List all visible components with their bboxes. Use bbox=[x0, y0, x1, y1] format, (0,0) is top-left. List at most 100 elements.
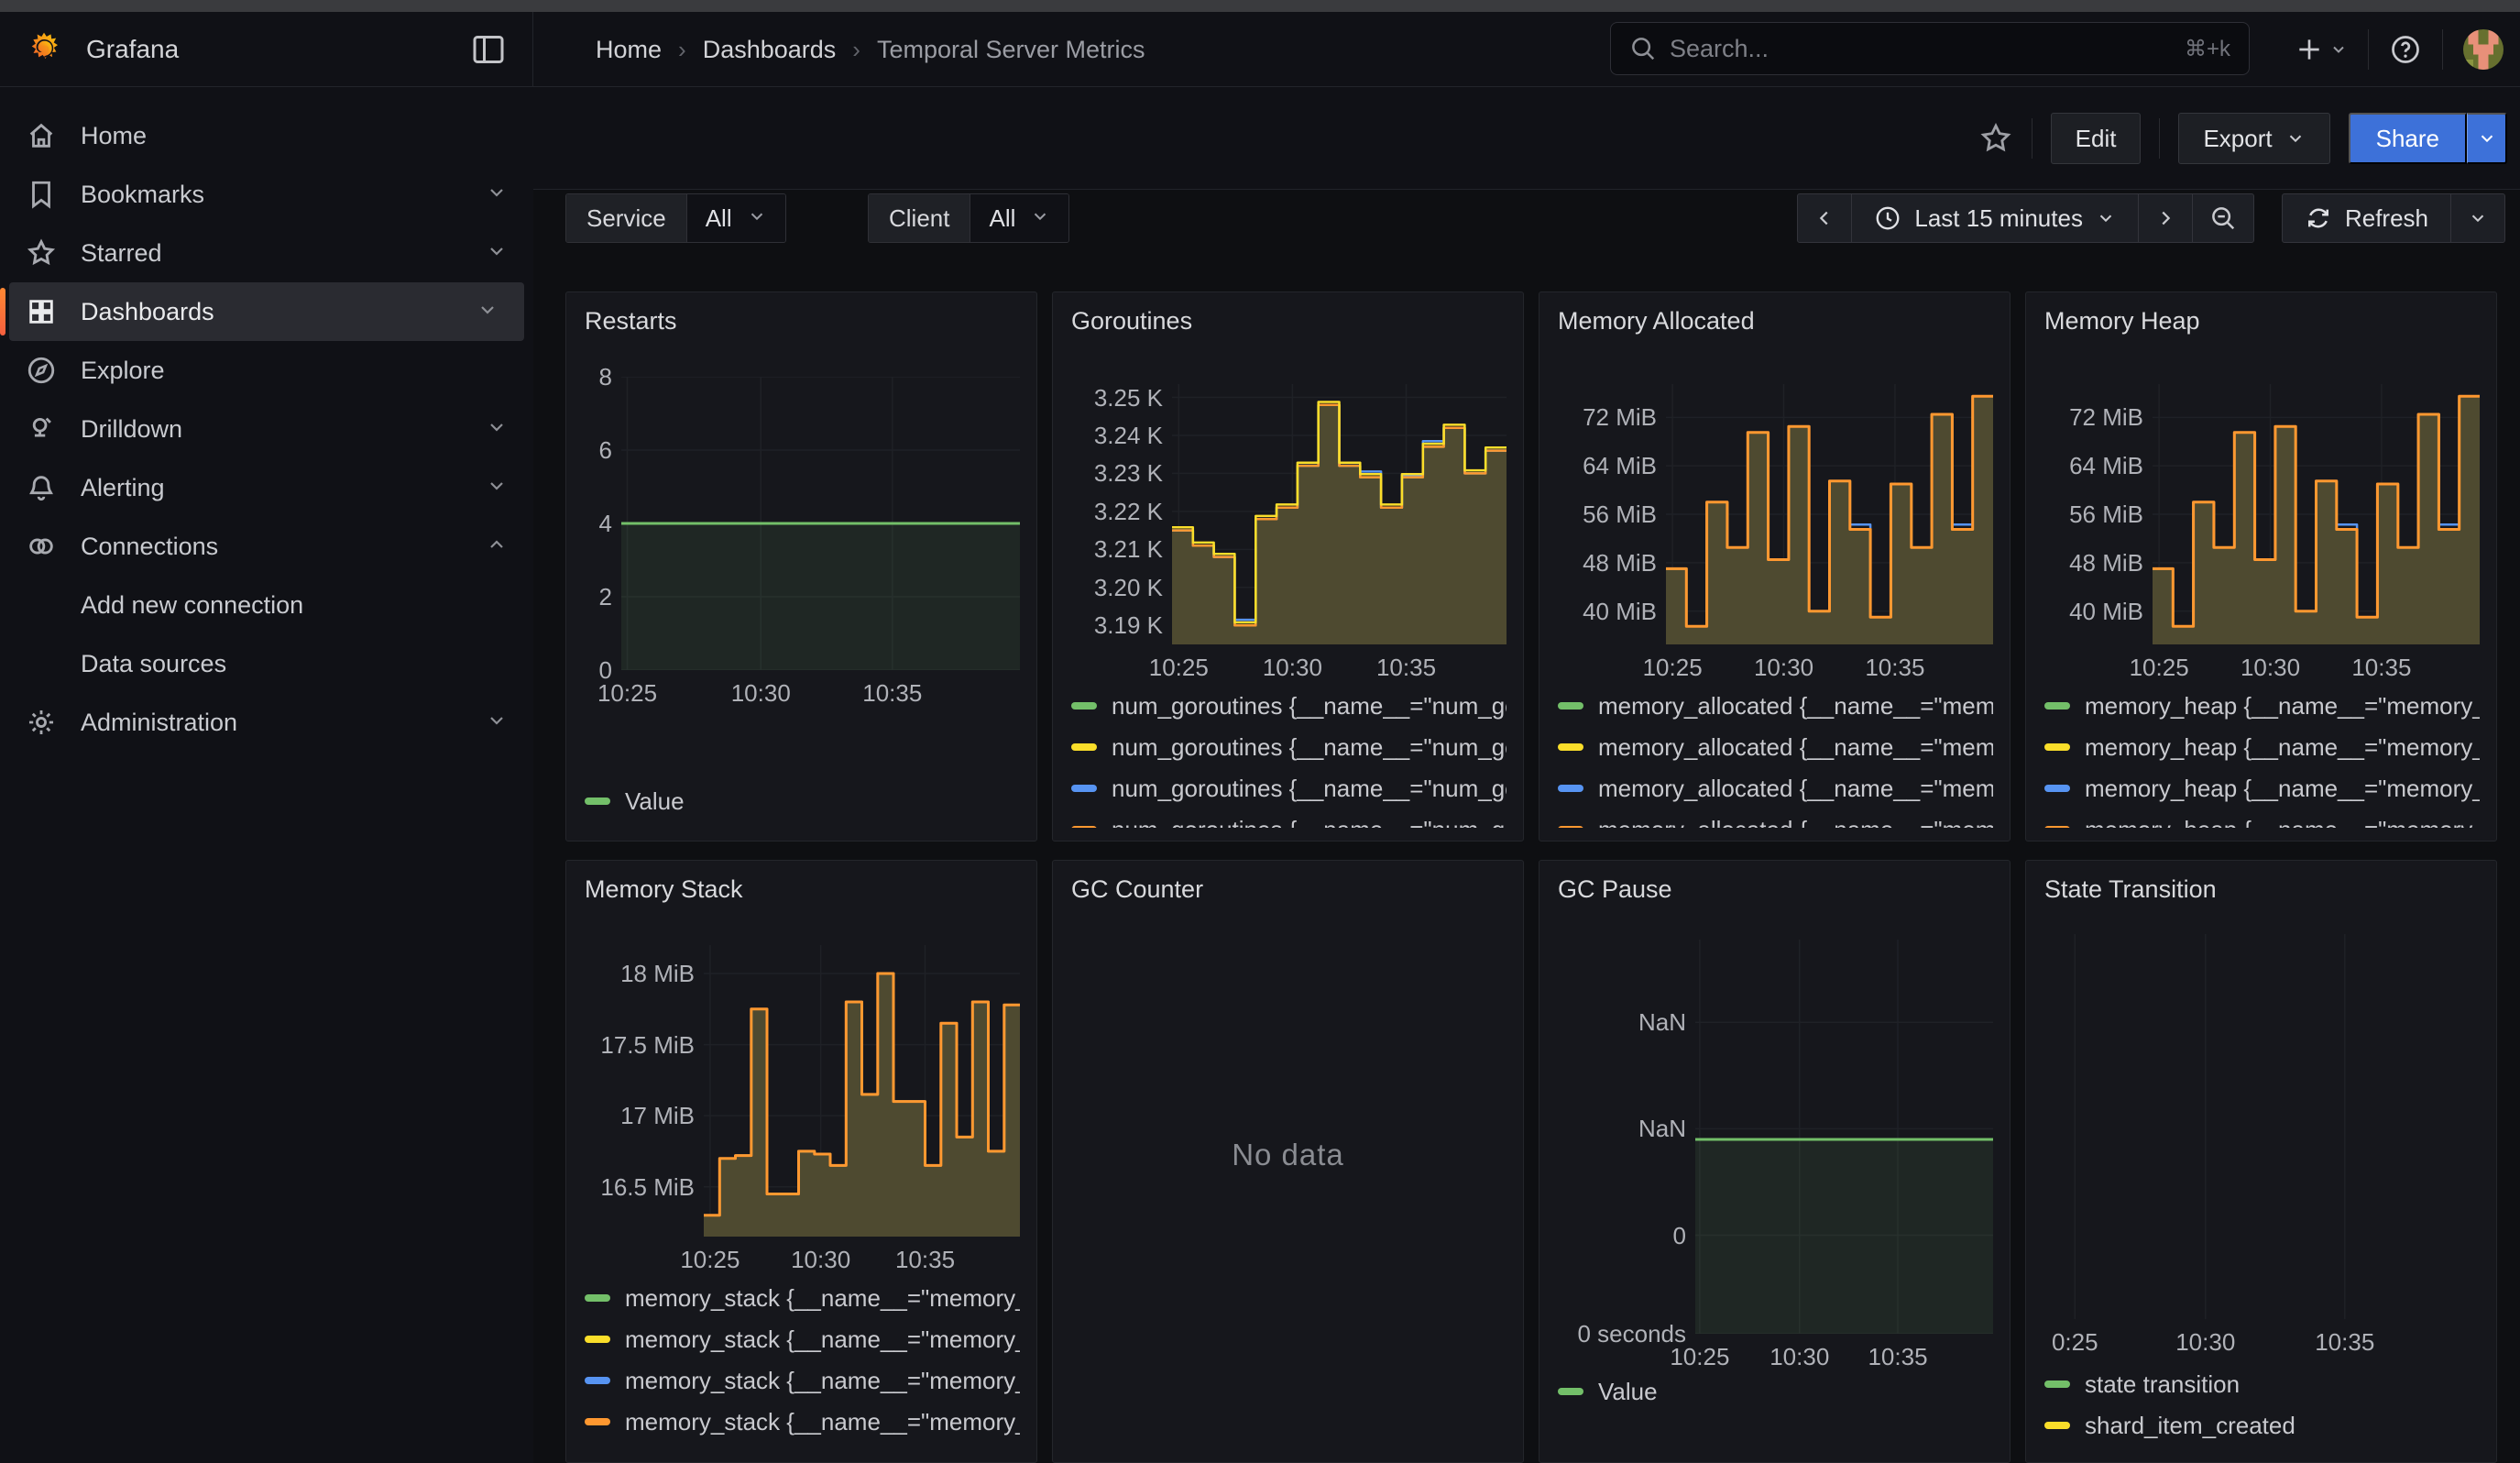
panel-title[interactable]: Restarts bbox=[585, 307, 677, 336]
legend-item[interactable]: memory_allocated {__name__="memo bbox=[1558, 775, 1993, 802]
y-axis-label: 56 MiB bbox=[2069, 500, 2143, 529]
panel-grid: Restarts8642010:2510:3010:35ValueGorouti… bbox=[565, 292, 2497, 1463]
divider bbox=[2159, 118, 2160, 159]
avatar[interactable] bbox=[2463, 29, 2504, 70]
filter-value-dropdown[interactable]: All bbox=[687, 194, 785, 242]
sidebar-item-home[interactable]: Home bbox=[0, 106, 533, 165]
help-button[interactable] bbox=[2389, 33, 2422, 66]
star-button[interactable] bbox=[1978, 121, 2013, 156]
sidebar-item-label: Drilldown bbox=[81, 415, 182, 444]
sidebar-item-label: Home bbox=[81, 122, 147, 150]
legend-item[interactable]: memory_stack {__name__="memory_s bbox=[585, 1326, 1020, 1353]
refresh-button[interactable]: Refresh bbox=[2283, 194, 2451, 242]
legend-item[interactable]: memory_heap {__name__="memory_h bbox=[2044, 733, 2480, 761]
legend-item[interactable]: memory_stack {__name__="memory_s bbox=[585, 1367, 1020, 1394]
panel-title[interactable]: Memory Stack bbox=[585, 875, 743, 904]
legend-item[interactable]: num_goroutines {__name__="num_go bbox=[1071, 816, 1507, 828]
panel-title[interactable]: GC Pause bbox=[1558, 875, 1672, 904]
breadcrumb-item[interactable]: Dashboards bbox=[703, 36, 837, 64]
chevron-down-icon bbox=[477, 299, 499, 325]
y-axis-label: 64 MiB bbox=[1583, 452, 1657, 480]
y-axis: 18 MiB17.5 MiB17 MiB16.5 MiB bbox=[581, 945, 695, 1237]
sidebar-item-dashboards[interactable]: Dashboards bbox=[9, 282, 524, 341]
y-axis-label: 3.19 K bbox=[1094, 611, 1163, 640]
legend-item[interactable]: shard_item_created bbox=[2044, 1412, 2480, 1439]
panel-title[interactable]: Memory Allocated bbox=[1558, 307, 1755, 336]
sidebar-toggle-icon[interactable] bbox=[472, 34, 505, 65]
y-axis-label: 3.24 K bbox=[1094, 422, 1163, 450]
time-range-picker[interactable]: Last 15 minutes bbox=[1852, 194, 2139, 242]
time-range-group: Last 15 minutes bbox=[1797, 193, 2254, 243]
sidebar-item-add-new-connection[interactable]: Add new connection bbox=[0, 576, 533, 634]
x-axis-label: 10:30 bbox=[2175, 1328, 2235, 1357]
chevron-down-icon bbox=[2468, 208, 2488, 228]
panel-state-transition: State Transition0:2510:3010:35state tran… bbox=[2025, 860, 2497, 1463]
y-axis: 86420 bbox=[581, 377, 612, 670]
legend-label: memory_allocated {__name__="memo bbox=[1598, 733, 1993, 762]
sidebar-item-label: Explore bbox=[81, 357, 165, 385]
legend-item[interactable]: memory_heap {__name__="memory_h bbox=[2044, 775, 2480, 802]
add-button[interactable] bbox=[2295, 35, 2348, 64]
sidebar-item-label: Bookmarks bbox=[81, 181, 204, 209]
y-axis-label: 56 MiB bbox=[1583, 500, 1657, 529]
panel-title[interactable]: State Transition bbox=[2044, 875, 2217, 904]
sidebar-item-starred[interactable]: Starred bbox=[0, 224, 533, 282]
sidebar-item-alerting[interactable]: Alerting bbox=[0, 458, 533, 517]
y-axis-label: 8 bbox=[599, 363, 612, 391]
y-axis-label: 40 MiB bbox=[2069, 598, 2143, 626]
y-axis: 72 MiB64 MiB56 MiB48 MiB40 MiB bbox=[2041, 384, 2143, 644]
legend-item[interactable]: num_goroutines {__name__="num_go bbox=[1071, 733, 1507, 761]
sidebar-nav: Home Bookmarks StarredDashboards Explore Dri… bbox=[0, 87, 533, 1463]
legend-item[interactable]: Value bbox=[585, 787, 1020, 815]
legend-label: shard_item_created bbox=[2085, 1412, 2295, 1440]
filter-value-dropdown[interactable]: All bbox=[970, 194, 1068, 242]
zoom-out-button[interactable] bbox=[2193, 194, 2253, 242]
legend-item[interactable]: memory_allocated {__name__="memo bbox=[1558, 692, 1993, 720]
chart-plot bbox=[1666, 384, 1993, 644]
legend-swatch bbox=[1558, 743, 1583, 751]
legend-item[interactable]: memory_stack {__name__="memory_s bbox=[585, 1284, 1020, 1312]
time-back-button[interactable] bbox=[1798, 194, 1852, 242]
legend: memory_heap {__name__="memory_h memory_he… bbox=[2044, 692, 2480, 828]
home-icon bbox=[26, 120, 57, 151]
panel-memory-stack: Memory Stack 18 MiB17.5 MiB17 MiB16.5 MiB… bbox=[565, 860, 1037, 1463]
legend-item[interactable]: num_goroutines {__name__="num_go bbox=[1071, 692, 1507, 720]
legend-item[interactable]: memory_heap {__name__="memory_h bbox=[2044, 692, 2480, 720]
filter-value: All bbox=[989, 204, 1015, 233]
sidebar-item-connections[interactable]: Connections bbox=[0, 517, 533, 576]
filter-service: ServiceAll bbox=[565, 193, 786, 243]
panel-title[interactable]: Goroutines bbox=[1071, 307, 1192, 336]
time-controls: Last 15 minutes Refresh bbox=[1797, 193, 2505, 243]
time-forward-button[interactable] bbox=[2139, 194, 2193, 242]
legend-item[interactable]: memory_stack {__name__="memory_s bbox=[585, 1408, 1020, 1436]
refresh-interval-button[interactable] bbox=[2451, 194, 2504, 242]
legend-label: memory_stack {__name__="memory_s bbox=[625, 1367, 1020, 1395]
share-menu-button[interactable] bbox=[2467, 113, 2507, 164]
x-axis-label: 10:35 bbox=[2315, 1328, 2374, 1357]
panel-title[interactable]: GC Counter bbox=[1071, 875, 1203, 904]
export-button[interactable]: Export bbox=[2178, 113, 2329, 164]
breadcrumb-item[interactable]: Home bbox=[596, 36, 662, 64]
legend-swatch bbox=[1558, 702, 1583, 710]
legend-item[interactable]: num_goroutines {__name__="num_go bbox=[1071, 775, 1507, 802]
sidebar-item-explore[interactable]: Explore bbox=[0, 341, 533, 400]
legend-label: memory_allocated {__name__="memo bbox=[1598, 775, 1993, 803]
sidebar-item-bookmarks[interactable]: Bookmarks bbox=[0, 165, 533, 224]
sidebar-item-drilldown[interactable]: Drilldown bbox=[0, 400, 533, 458]
legend-item[interactable]: memory_allocated {__name__="memo bbox=[1558, 816, 1993, 828]
legend-item[interactable]: Value bbox=[1558, 1378, 1993, 1405]
search-input[interactable]: Search... ⌘+k bbox=[1610, 22, 2250, 75]
panel-title[interactable]: Memory Heap bbox=[2044, 307, 2200, 336]
legend: Value bbox=[585, 787, 1020, 839]
app-name: Grafana bbox=[86, 35, 179, 64]
legend: state transition shard_item_created bbox=[2044, 1370, 2480, 1463]
y-axis-label: 2 bbox=[599, 583, 612, 611]
sidebar-item-administration[interactable]: Administration bbox=[0, 693, 533, 752]
legend-item[interactable]: memory_allocated {__name__="memo bbox=[1558, 733, 1993, 761]
sidebar-item-data-sources[interactable]: Data sources bbox=[0, 634, 533, 693]
x-axis-label: 10:30 bbox=[791, 1246, 850, 1274]
edit-button[interactable]: Edit bbox=[2051, 113, 2142, 164]
legend-item[interactable]: state transition bbox=[2044, 1370, 2480, 1398]
legend-item[interactable]: memory_heap {__name__="memory_h bbox=[2044, 816, 2480, 828]
share-button[interactable]: Share bbox=[2349, 113, 2467, 164]
